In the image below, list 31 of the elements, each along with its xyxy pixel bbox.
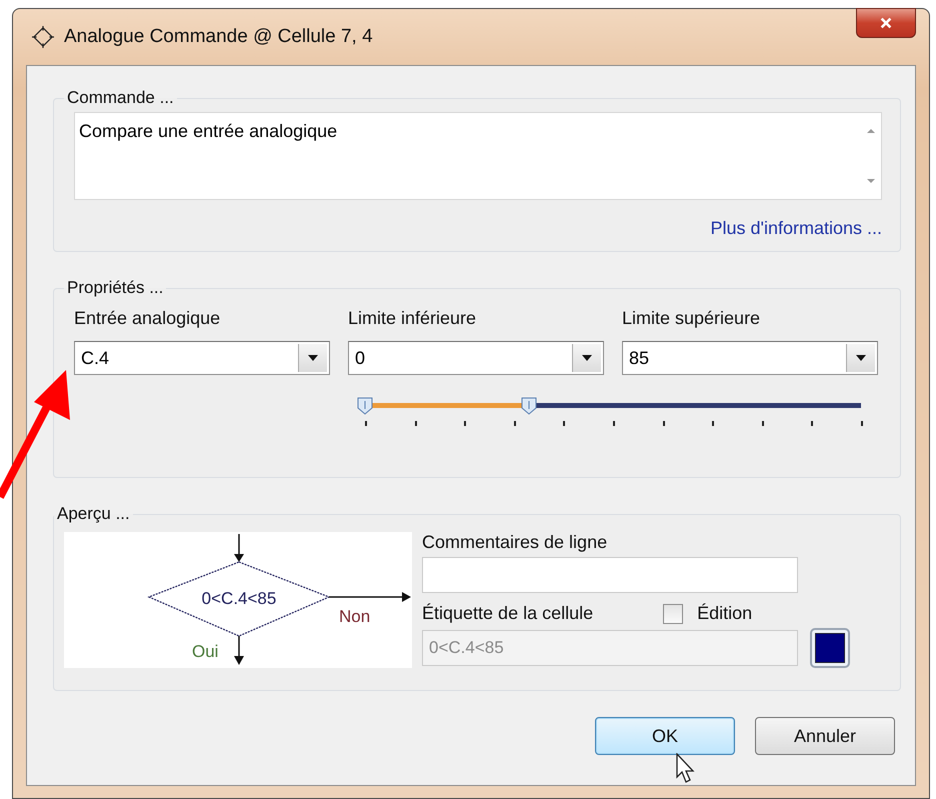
comment-input[interactable] (422, 557, 798, 593)
checkbox-label: Édition (697, 603, 752, 624)
diamond-icon (32, 26, 54, 48)
field-label: Limite inférieure (348, 308, 478, 329)
field-label: Limite supérieure (622, 308, 762, 329)
slider-thumb[interactable] (357, 397, 373, 415)
window-title: Analogue Commande @ Cellule 7, 4 (64, 26, 373, 48)
group-title: Propriétés ... (66, 278, 164, 298)
dropdown-arrow-icon (581, 354, 593, 362)
flowchart-drawing: 0<C.4<85 Non Oui (64, 532, 412, 668)
dialog-button[interactable]: Annuler (755, 717, 895, 755)
dropdown-field[interactable]: 85 (622, 341, 878, 375)
field-label: Entrée analogique (74, 308, 222, 329)
description-text: Compare une entrée analogique (78, 120, 338, 143)
field-label: Étiquette de la cellule (422, 603, 594, 624)
more-info-link[interactable]: Plus d'informations ... (710, 218, 882, 239)
slider-thumb[interactable] (520, 397, 537, 415)
close-icon (878, 16, 894, 30)
dropdown-field[interactable]: 0 (348, 341, 604, 375)
dropdown-arrow-icon (307, 354, 319, 362)
dialog-button[interactable]: OK (595, 717, 735, 755)
scroll-down-icon[interactable] (866, 177, 876, 185)
field-label: Commentaires de ligne (422, 532, 608, 553)
dropdown-arrow-icon (855, 354, 867, 362)
checkbox[interactable] (663, 604, 684, 624)
close-button[interactable] (856, 8, 916, 38)
scroll-up-icon[interactable] (866, 127, 876, 135)
group-title: Aperçu ... (56, 504, 131, 524)
group-title: Commande ... (66, 88, 175, 108)
dropdown-field[interactable]: C.4 (74, 341, 330, 375)
cell-label-field: 0<C.4<85 (422, 630, 798, 666)
